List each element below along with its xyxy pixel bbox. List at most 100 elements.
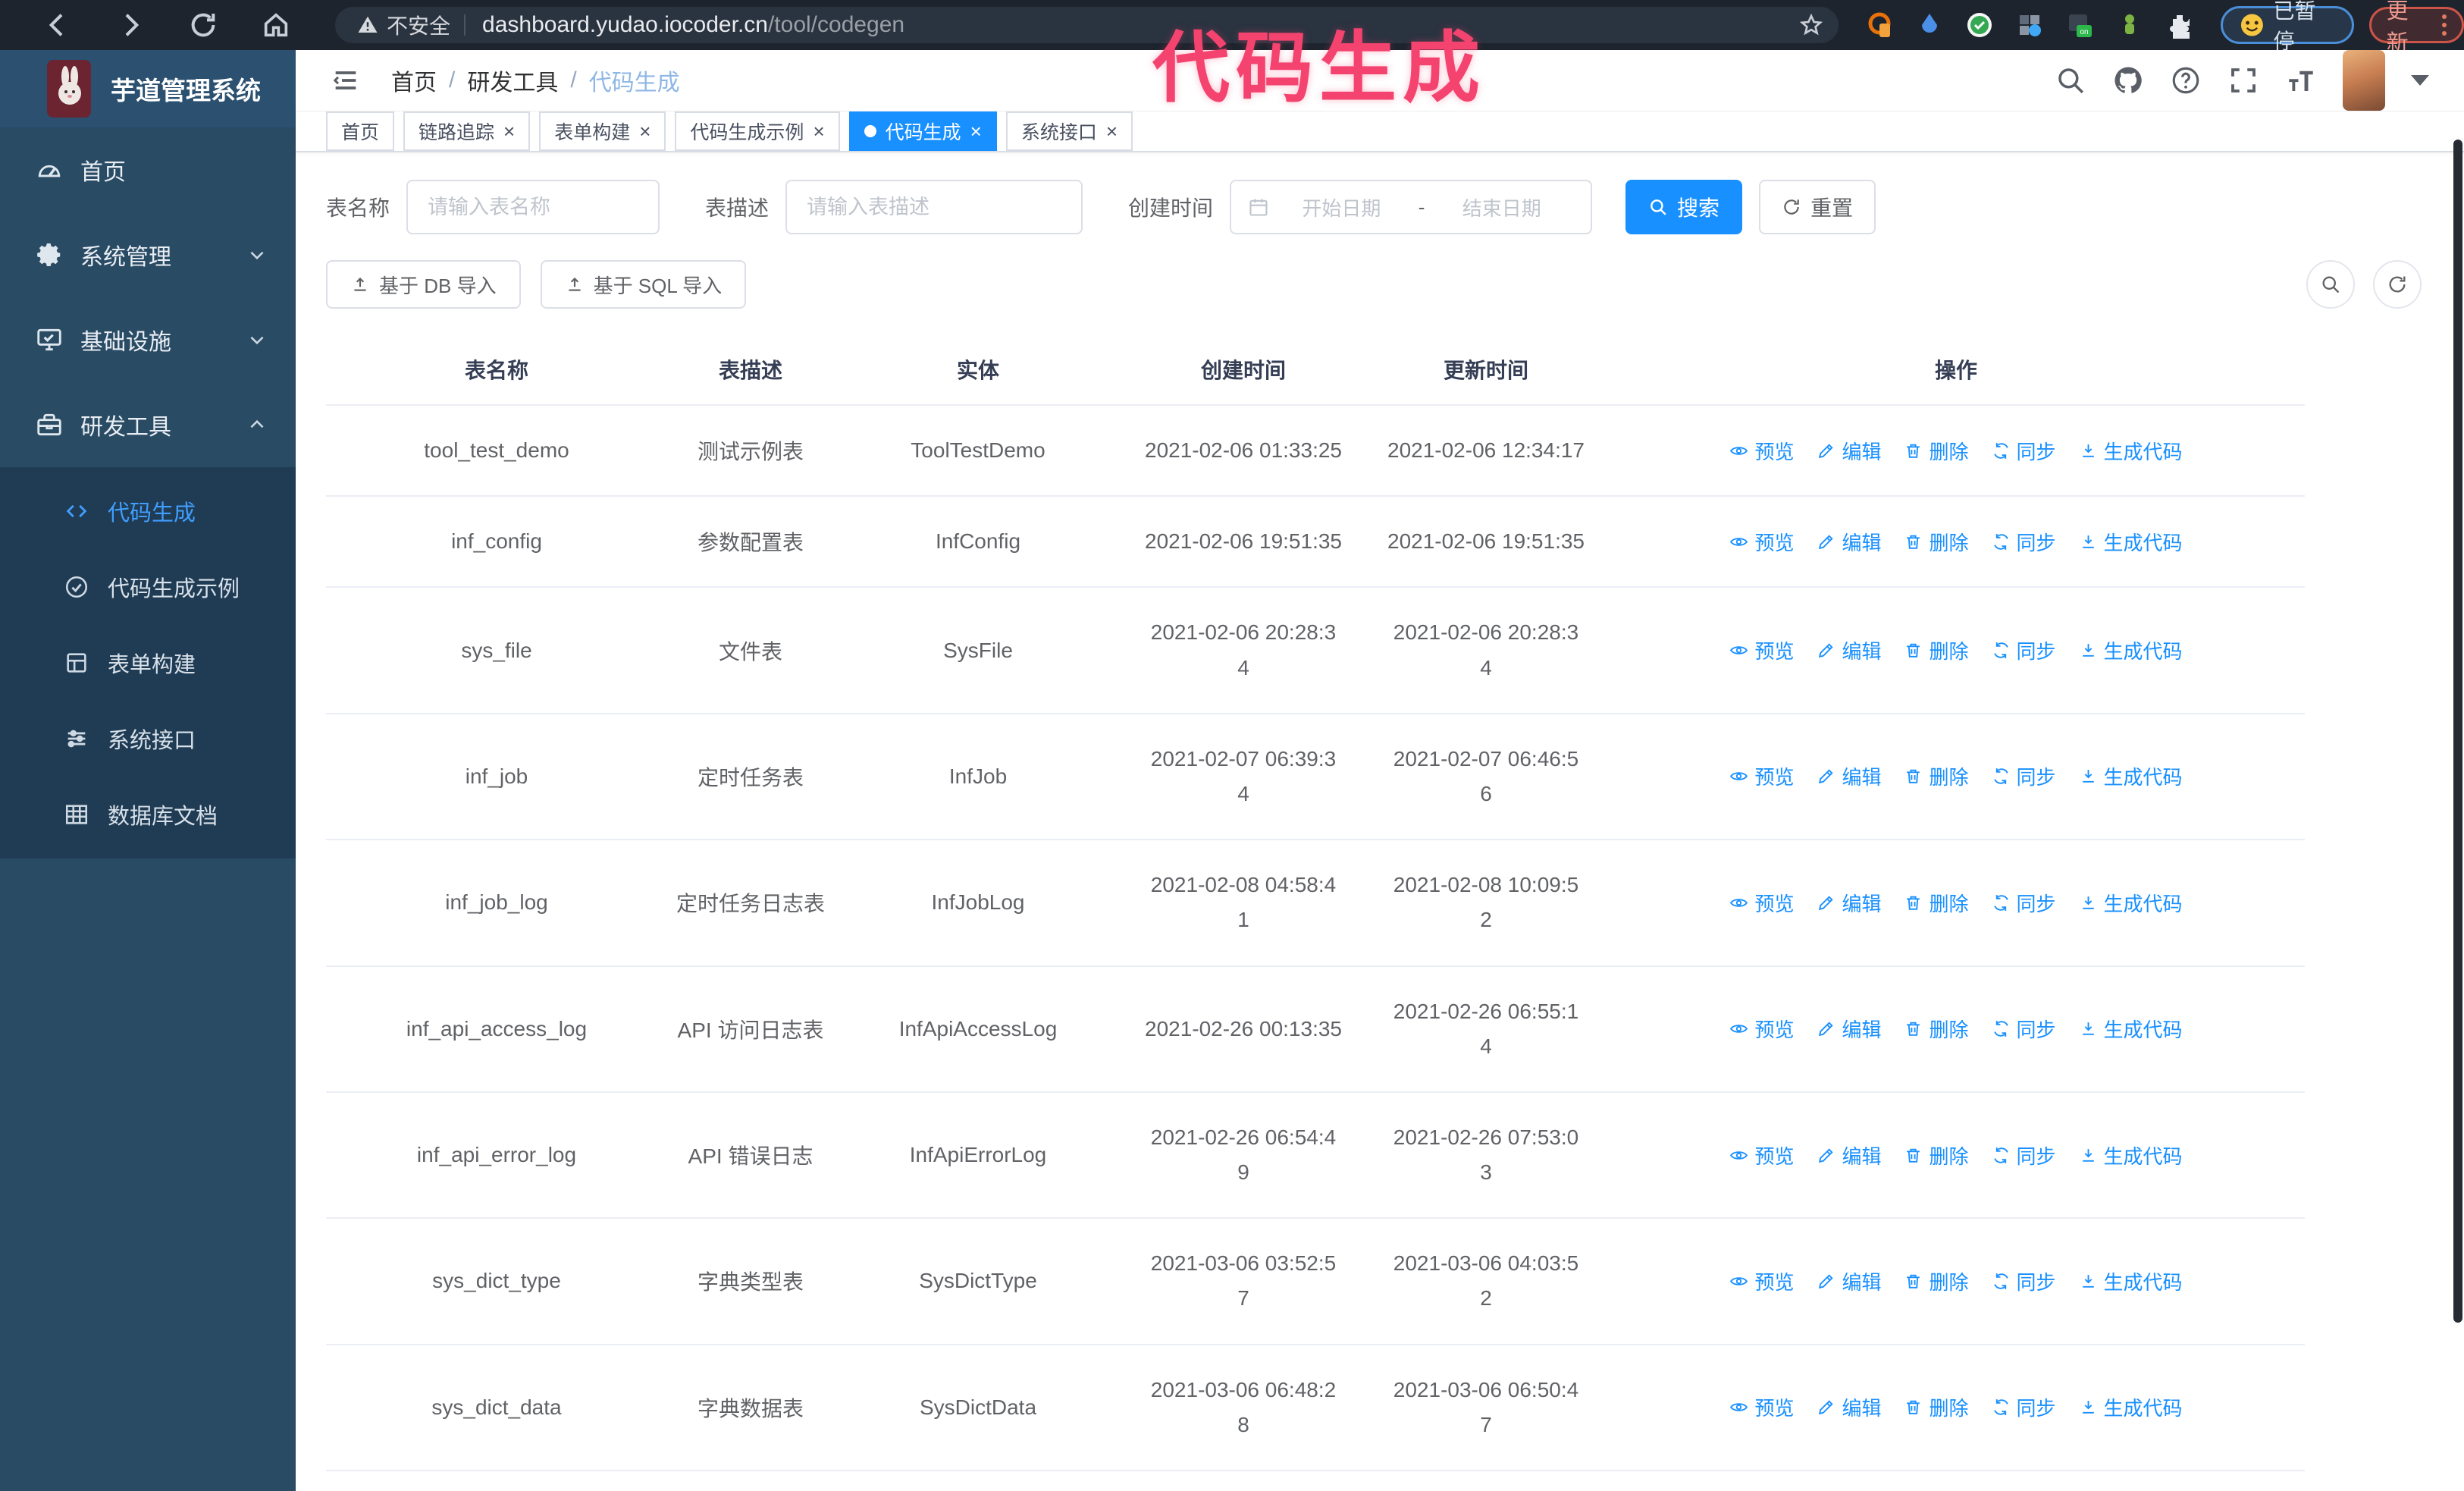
date-range-picker[interactable]: 开始日期 - 结束日期 — [1230, 180, 1593, 234]
github-icon[interactable] — [2112, 64, 2144, 96]
delete-link[interactable]: 删除 — [1904, 1141, 1969, 1169]
sync-link[interactable]: 同步 — [1992, 1141, 2056, 1169]
preview-link[interactable]: 预览 — [1729, 1267, 1794, 1295]
delete-link[interactable]: 删除 — [1904, 1267, 1969, 1295]
puzzle-piece-icon[interactable] — [2166, 11, 2193, 39]
edit-link[interactable]: 编辑 — [1817, 1393, 1881, 1421]
page-tab[interactable]: 代码生成示例 × — [675, 111, 840, 151]
tab-close-icon[interactable]: × — [503, 121, 515, 141]
search-button[interactable]: 搜索 — [1625, 180, 1743, 234]
extension-grid-icon[interactable] — [2016, 11, 2043, 39]
edit-link[interactable]: 编辑 — [1817, 1141, 1881, 1169]
preview-link[interactable]: 预览 — [1729, 889, 1794, 917]
end-date-placeholder[interactable]: 结束日期 — [1429, 193, 1574, 221]
breadcrumb-home[interactable]: 首页 — [391, 64, 437, 97]
sync-link[interactable]: 同步 — [1992, 762, 2056, 790]
start-date-placeholder[interactable]: 开始日期 — [1269, 193, 1414, 221]
paused-extension-button[interactable]: 已暂停 — [2220, 0, 2354, 53]
sync-link[interactable]: 同步 — [1992, 528, 2056, 556]
security-warning-icon[interactable] — [356, 14, 379, 36]
app-logo-row[interactable]: 芋道管理系统 — [0, 50, 296, 127]
forward-icon[interactable] — [115, 10, 146, 40]
sidebar-item-infrastructure[interactable]: 基础设施 — [0, 297, 296, 382]
toggle-search-button[interactable] — [2306, 260, 2355, 309]
page-tab[interactable]: 表单构建 × — [539, 111, 666, 151]
delete-link[interactable]: 删除 — [1904, 889, 1969, 917]
preview-link[interactable]: 预览 — [1729, 762, 1794, 790]
preview-link[interactable]: 预览 — [1729, 636, 1794, 664]
table-name-input[interactable] — [406, 180, 660, 234]
generate-code-link[interactable]: 生成代码 — [2079, 528, 2183, 556]
preview-link[interactable]: 预览 — [1729, 1015, 1794, 1043]
import-db-button[interactable]: 基于 DB 导入 — [326, 260, 521, 309]
scrollbar[interactable] — [2453, 140, 2462, 1323]
extension-blue-drop-icon[interactable] — [1916, 11, 1943, 39]
generate-code-link[interactable]: 生成代码 — [2079, 762, 2183, 790]
sync-link[interactable]: 同步 — [1992, 1393, 2056, 1421]
url-host[interactable]: dashboard.yudao.iocoder.cn — [482, 12, 768, 38]
delete-link[interactable]: 删除 — [1904, 528, 1969, 556]
tab-close-icon[interactable]: × — [639, 121, 650, 141]
browser-update-button[interactable]: 更新 — [2368, 0, 2464, 55]
font-size-icon[interactable] — [2285, 64, 2317, 96]
import-sql-button[interactable]: 基于 SQL 导入 — [540, 260, 747, 309]
generate-code-link[interactable]: 生成代码 — [2079, 636, 2183, 664]
preview-link[interactable]: 预览 — [1729, 528, 1794, 556]
address-bar[interactable]: 不安全 dashboard.yudao.iocoder.cn /tool/cod… — [335, 7, 1839, 43]
generate-code-link[interactable]: 生成代码 — [2079, 1267, 2183, 1295]
tab-close-icon[interactable]: × — [970, 121, 982, 141]
sync-link[interactable]: 同步 — [1992, 889, 2056, 917]
extension-on-badge-icon[interactable]: on — [2066, 11, 2093, 39]
fullscreen-icon[interactable] — [2227, 64, 2259, 96]
sidebar-item-db-doc[interactable]: 数据库文档 — [0, 777, 296, 852]
browser-menu-icon[interactable] — [2442, 14, 2447, 36]
sync-link[interactable]: 同步 — [1992, 636, 2056, 664]
security-warning-label[interactable]: 不安全 — [387, 10, 450, 40]
preview-link[interactable]: 预览 — [1729, 1141, 1794, 1169]
delete-link[interactable]: 删除 — [1904, 1393, 1969, 1421]
generate-code-link[interactable]: 生成代码 — [2079, 1015, 2183, 1043]
edit-link[interactable]: 编辑 — [1817, 528, 1881, 556]
sidebar-item-system[interactable]: 系统管理 — [0, 212, 296, 297]
help-icon[interactable] — [2170, 64, 2202, 96]
delete-link[interactable]: 删除 — [1904, 437, 1969, 465]
reload-icon[interactable] — [188, 10, 218, 40]
sidebar-item-codegen[interactable]: 代码生成 — [0, 473, 296, 549]
generate-code-link[interactable]: 生成代码 — [2079, 1141, 2183, 1169]
sidebar-item-system-api[interactable]: 系统接口 — [0, 701, 296, 777]
extension-green-check-icon[interactable] — [1966, 11, 1993, 39]
tab-close-icon[interactable]: × — [1106, 121, 1118, 141]
edit-link[interactable]: 编辑 — [1817, 1267, 1881, 1295]
preview-link[interactable]: 预览 — [1729, 1393, 1794, 1421]
extension-green-figure-icon[interactable] — [2116, 11, 2143, 39]
reset-button[interactable]: 重置 — [1759, 180, 1876, 234]
user-menu-caret-icon[interactable] — [2411, 75, 2429, 86]
back-icon[interactable] — [42, 10, 73, 40]
preview-link[interactable]: 预览 — [1729, 437, 1794, 465]
sync-link[interactable]: 同步 — [1992, 1267, 2056, 1295]
sidebar-item-codegen-example[interactable]: 代码生成示例 — [0, 549, 296, 625]
table-desc-input[interactable] — [785, 180, 1083, 234]
sidebar-item-home[interactable]: 首页 — [0, 127, 296, 212]
page-tab[interactable]: 代码生成 × — [848, 111, 997, 151]
edit-link[interactable]: 编辑 — [1817, 636, 1881, 664]
page-tab[interactable]: 首页 — [326, 111, 395, 151]
sync-link[interactable]: 同步 — [1992, 1015, 2056, 1043]
edit-link[interactable]: 编辑 — [1817, 1015, 1881, 1043]
tab-close-icon[interactable]: × — [813, 121, 824, 141]
sidebar-item-dev-tools[interactable]: 研发工具 — [0, 382, 296, 467]
search-icon[interactable] — [2055, 64, 2086, 96]
edit-link[interactable]: 编辑 — [1817, 889, 1881, 917]
sync-link[interactable]: 同步 — [1992, 437, 2056, 465]
extension-orange-icon[interactable] — [1866, 11, 1893, 39]
generate-code-link[interactable]: 生成代码 — [2079, 1393, 2183, 1421]
delete-link[interactable]: 删除 — [1904, 636, 1969, 664]
sidebar-item-form-builder[interactable]: 表单构建 — [0, 625, 296, 701]
user-avatar[interactable] — [2343, 50, 2385, 111]
edit-link[interactable]: 编辑 — [1817, 762, 1881, 790]
refresh-table-button[interactable] — [2373, 260, 2422, 309]
bookmark-star-icon[interactable] — [1799, 13, 1823, 37]
edit-link[interactable]: 编辑 — [1817, 437, 1881, 465]
page-tab[interactable]: 链路追踪 × — [403, 111, 531, 151]
page-tab[interactable]: 系统接口 × — [1005, 111, 1133, 151]
